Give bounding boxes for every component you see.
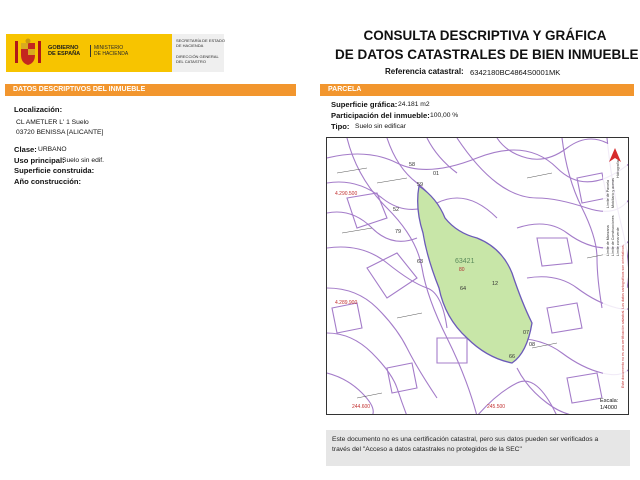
map-coordinate: 4.290.500: [335, 191, 357, 197]
parcel-number: 52: [393, 207, 399, 213]
ministry-line-2: DE HACIENDA: [94, 51, 129, 57]
address-line-1: CL AMETLER L' 1 Suelo: [16, 119, 89, 126]
participacion-value: 100,00 %: [430, 112, 459, 119]
legend-item: Mobiliario y aceras: [611, 178, 615, 208]
reference-value: 6342180BC4864S0001MK: [470, 68, 561, 77]
parcel-number: 63: [417, 259, 423, 265]
parcel-number: 58: [409, 162, 415, 168]
map-coordinate: 245.500: [487, 404, 505, 410]
clase-value: URBANO: [38, 146, 67, 153]
logo-line-2: DE ESPAÑA: [48, 51, 81, 58]
map-scale: Escala: 1/4000: [600, 398, 628, 414]
clase-label: Clase:: [14, 145, 37, 154]
verification-notice: Este documento no es una certificación c…: [326, 430, 630, 466]
legend-item: Límite zona verde: [616, 227, 620, 256]
scale-value: 1/4000: [600, 405, 618, 411]
secretary-text: SECRETARÍA DE ESTADO DE HACIENDA DIRECCI…: [176, 38, 225, 64]
localizacion-label: Localización:: [14, 105, 63, 114]
legend-item: Límite de Manzana: [606, 225, 610, 256]
uso-principal-label: Uso principal:: [14, 156, 65, 165]
parcel-sublabel: 80: [459, 267, 465, 273]
superficie-construida-label: Superficie construida:: [14, 166, 95, 175]
page-title-line-1: CONSULTA DESCRIPTIVA Y GRÁFICA: [363, 28, 607, 43]
cadastral-map-drawing: 63421 80 58 59 01 52 79 63 64 12 07 08 6…: [327, 138, 628, 414]
superficie-grafica-label: Superficie gráfica:: [331, 100, 398, 109]
parcel-label: 63421: [455, 258, 475, 265]
address-line-2: 03720 BENISSA [ALICANTE]: [16, 129, 104, 136]
map-coordinate: 244.600: [352, 404, 370, 410]
notice-line-1: Este documento no es una certificación c…: [332, 436, 599, 443]
reference-label: Referencia catastral:: [385, 67, 464, 76]
coat-of-arms-icon: [15, 38, 41, 65]
anio-construccion-label: Año construcción:: [14, 177, 82, 186]
tipo-value: Suelo sin edificar: [355, 123, 406, 130]
directorate-line-2: DEL CATASTRO: [176, 59, 206, 64]
ministry-text: MINISTERIO DE HACIENDA: [90, 45, 128, 57]
parcel-number: 08: [529, 342, 535, 348]
legend-side-note: Este documento no es una certificación c…: [621, 244, 625, 388]
descriptive-data-section-header: DATOS DESCRIPTIVOS DEL INMUEBLE: [5, 84, 296, 96]
logo-text: GOBIERNO DE ESPAÑA: [48, 45, 80, 58]
parcel-number: 64: [460, 286, 466, 292]
parcel-number: 07: [523, 330, 529, 336]
parcel-number: 66: [509, 354, 515, 360]
cadastral-map: 63421 80 58 59 01 52 79 63 64 12 07 08 6…: [326, 137, 629, 415]
participacion-label: Participación del inmueble:: [331, 111, 430, 120]
parcel-number: 12: [492, 281, 498, 287]
notice-line-2: través del "Acceso a datos catastrales n…: [332, 446, 522, 453]
superficie-grafica-value: 24.181 m2: [398, 101, 430, 108]
legend-item: Hidrografía: [616, 160, 620, 178]
scale-label: Escala:: [600, 398, 619, 404]
parcel-number: 01: [433, 171, 439, 177]
uso-principal-value: Suelo sin edif.: [62, 157, 105, 164]
secretary-line-2: DE HACIENDA: [176, 43, 204, 48]
tipo-label: Tipo:: [331, 122, 350, 131]
highlighted-parcel: [417, 184, 533, 364]
page-title-line-2: DE DATOS CATASTRALES DE BIEN INMUEBLE: [335, 47, 639, 62]
legend-item: Límite de Construcciones: [611, 215, 615, 256]
legend-item: Límite de Parcela: [606, 180, 610, 208]
parcel-section-header: PARCELA: [320, 84, 634, 96]
map-coordinate: 4.289.900: [335, 300, 357, 306]
parcel-number: 59: [417, 182, 423, 188]
parcel-number: 79: [395, 229, 401, 235]
